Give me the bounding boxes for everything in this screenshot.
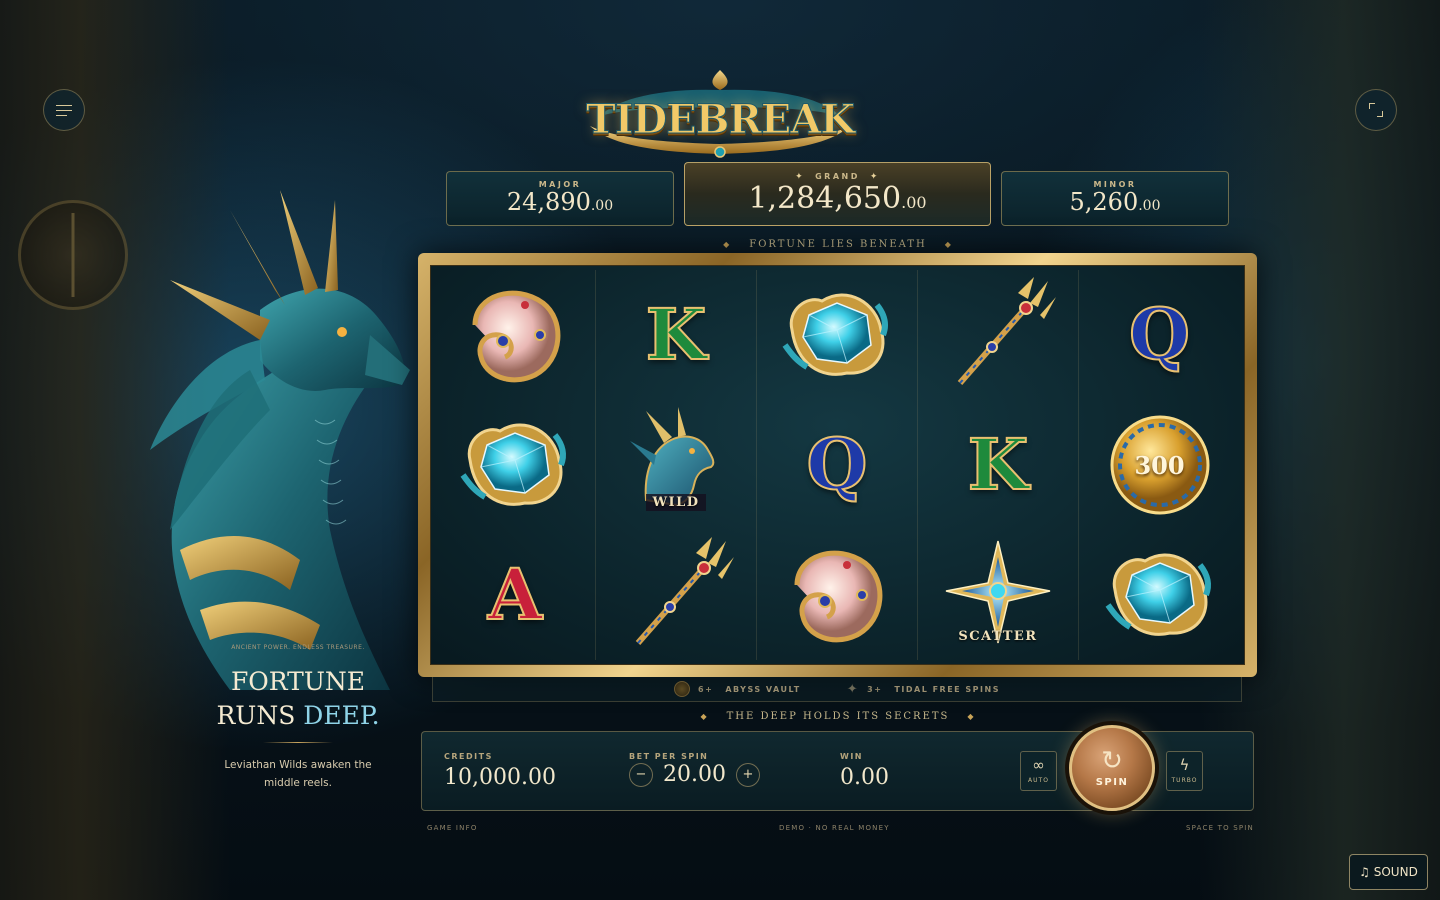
bet-value: 20.00 bbox=[663, 762, 726, 787]
reel-column: Q bbox=[757, 270, 918, 660]
space-to-spin-hint: SPACE TO SPIN bbox=[1186, 824, 1254, 832]
reel-frame: AK WILD Q K SCATTER Q 300 bbox=[418, 253, 1257, 677]
control-panel: CREDITS 10,000.00 BET PER SPIN − 20.00 +… bbox=[421, 725, 1254, 811]
win-display: WIN 0.00 bbox=[840, 752, 889, 790]
reel-symbol-letter-k: K bbox=[596, 270, 756, 400]
demo-notice: DEMO · NO REAL MONEY bbox=[779, 824, 890, 832]
bet-decrease-button[interactable]: − bbox=[629, 762, 653, 787]
reel-column: Q 300 bbox=[1079, 270, 1240, 660]
trident-icon bbox=[957, 277, 1056, 385]
symbol-letter: A bbox=[487, 553, 543, 636]
reel-symbol-nautilus-shell bbox=[757, 530, 917, 660]
reel-symbol-aquamarine-gem bbox=[757, 270, 917, 400]
diamond-icon: ◆ bbox=[700, 712, 709, 721]
symbol-label: SCATTER bbox=[958, 629, 1038, 644]
reel-symbol-gold-coin: 300 bbox=[1079, 400, 1240, 530]
fullscreen-icon bbox=[1369, 103, 1383, 117]
symbol-letter: Q bbox=[1128, 293, 1191, 376]
aquamarine-gem-icon bbox=[460, 423, 566, 506]
spin-arrow-icon: ↻ bbox=[1101, 746, 1123, 776]
diamond-icon: ◆ bbox=[967, 712, 976, 721]
credits-label: CREDITS bbox=[444, 752, 493, 761]
jackpot-major-value: 24,890.00 bbox=[506, 188, 614, 216]
nautilus-shell-icon bbox=[472, 290, 561, 383]
symbol-label: WILD bbox=[596, 494, 756, 511]
win-label: WIN bbox=[840, 752, 863, 761]
game-info-link[interactable]: GAME INFO bbox=[427, 824, 478, 832]
feature-strip: 6+ ABYSS VAULT ✦ 3+ TIDAL FREE SPINS bbox=[432, 677, 1242, 702]
turbo-button[interactable]: ϟ TURBO bbox=[1166, 751, 1203, 791]
reel-symbol-letter-a: A bbox=[435, 530, 595, 660]
bet-label: BET PER SPIN bbox=[629, 752, 709, 761]
tagline-bottom: ◆ THE DEEP HOLDS ITS SECRETS ◆ bbox=[700, 711, 976, 722]
bet-display: BET PER SPIN − 20.00 + bbox=[629, 752, 760, 787]
promo-title: FORTUNE RUNS DEEP. bbox=[216, 667, 380, 730]
infinity-icon: ∞ bbox=[1032, 756, 1045, 774]
jackpot-major: MAJOR 24,890.00 bbox=[446, 171, 674, 226]
logo-text: TIDEBREAK bbox=[586, 95, 856, 143]
aquamarine-gem-icon bbox=[1105, 553, 1211, 636]
sound-toggle-button[interactable]: ♫ SOUND bbox=[1349, 854, 1428, 890]
menu-button[interactable] bbox=[43, 89, 85, 131]
reel-column: K WILD bbox=[596, 270, 757, 660]
reel-symbol-letter-q: Q bbox=[757, 400, 917, 530]
dragon-illustration bbox=[110, 170, 420, 690]
hamburger-icon bbox=[56, 104, 72, 116]
reel-column: K SCATTER bbox=[918, 270, 1079, 660]
compass-star-icon: ✦ bbox=[846, 681, 860, 697]
diamond-icon: ◆ bbox=[723, 240, 732, 249]
jackpot-minor-value: 5,260.00 bbox=[1069, 188, 1161, 216]
reel-column: A bbox=[435, 270, 596, 660]
tagline-top: ◆ FORTUNE LIES BENEATH ◆ bbox=[723, 239, 953, 250]
reel-symbol-scatter-star: SCATTER bbox=[918, 530, 1078, 660]
credits-display: CREDITS 10,000.00 bbox=[444, 752, 556, 790]
lightning-icon: ϟ bbox=[1179, 756, 1190, 774]
nautilus-shell-icon bbox=[794, 550, 883, 643]
feature-tidal-free-spins: ✦ 3+ TIDAL FREE SPINS bbox=[846, 681, 1000, 697]
symbol-letter: K bbox=[967, 423, 1030, 506]
spin-button[interactable]: ↻ SPIN bbox=[1069, 725, 1155, 811]
autoplay-label: AUTO bbox=[1028, 777, 1049, 784]
reel-symbol-letter-q: Q bbox=[1079, 270, 1240, 400]
promo-panel: ANCIENT POWER. ENDLESS TREASURE. FORTUNE… bbox=[208, 644, 388, 793]
autoplay-button[interactable]: ∞ AUTO bbox=[1020, 751, 1057, 791]
promo-kicker: ANCIENT POWER. ENDLESS TREASURE. bbox=[231, 644, 365, 651]
reel-symbol-aquamarine-gem bbox=[435, 400, 595, 530]
spin-label: SPIN bbox=[1095, 777, 1129, 788]
aquamarine-gem-icon bbox=[782, 293, 888, 376]
win-value: 0.00 bbox=[840, 765, 889, 790]
bet-increase-button[interactable]: + bbox=[735, 762, 760, 787]
credits-value: 10,000.00 bbox=[444, 765, 556, 790]
promo-body: Leviathan Wilds awaken the middle reels. bbox=[224, 759, 372, 789]
turbo-label: TURBO bbox=[1171, 777, 1198, 784]
reel-symbol-trident bbox=[918, 270, 1078, 400]
jackpot-grand-value: 1,284,650.00 bbox=[748, 181, 927, 216]
reel-symbol-nautilus-shell bbox=[435, 270, 595, 400]
symbol-letter: K bbox=[645, 293, 708, 376]
coin-value: 300 bbox=[1134, 450, 1185, 480]
jackpot-grand: ✦ GRAND ✦ 1,284,650.00 bbox=[684, 162, 991, 226]
jackpot-minor: MINOR 5,260.00 bbox=[1001, 171, 1229, 226]
symbol-letter: Q bbox=[806, 423, 869, 506]
feature-abyss-vault: 6+ ABYSS VAULT bbox=[674, 681, 801, 697]
trident-icon bbox=[635, 537, 734, 645]
reel-symbol-trident bbox=[596, 530, 756, 660]
fullscreen-button[interactable] bbox=[1355, 89, 1397, 131]
game-logo: TIDEBREAK bbox=[580, 66, 860, 162]
reel-symbol-aquamarine-gem bbox=[1079, 530, 1240, 660]
reel-symbol-wild-dragon: WILD bbox=[596, 400, 756, 530]
diamond-icon: ◆ bbox=[944, 240, 953, 249]
promo-divider bbox=[263, 742, 333, 743]
reel-grid: AK WILD Q K SCATTER Q 300 bbox=[430, 265, 1245, 665]
reel-symbol-letter-k: K bbox=[918, 400, 1078, 530]
vault-coin-icon bbox=[674, 681, 691, 697]
